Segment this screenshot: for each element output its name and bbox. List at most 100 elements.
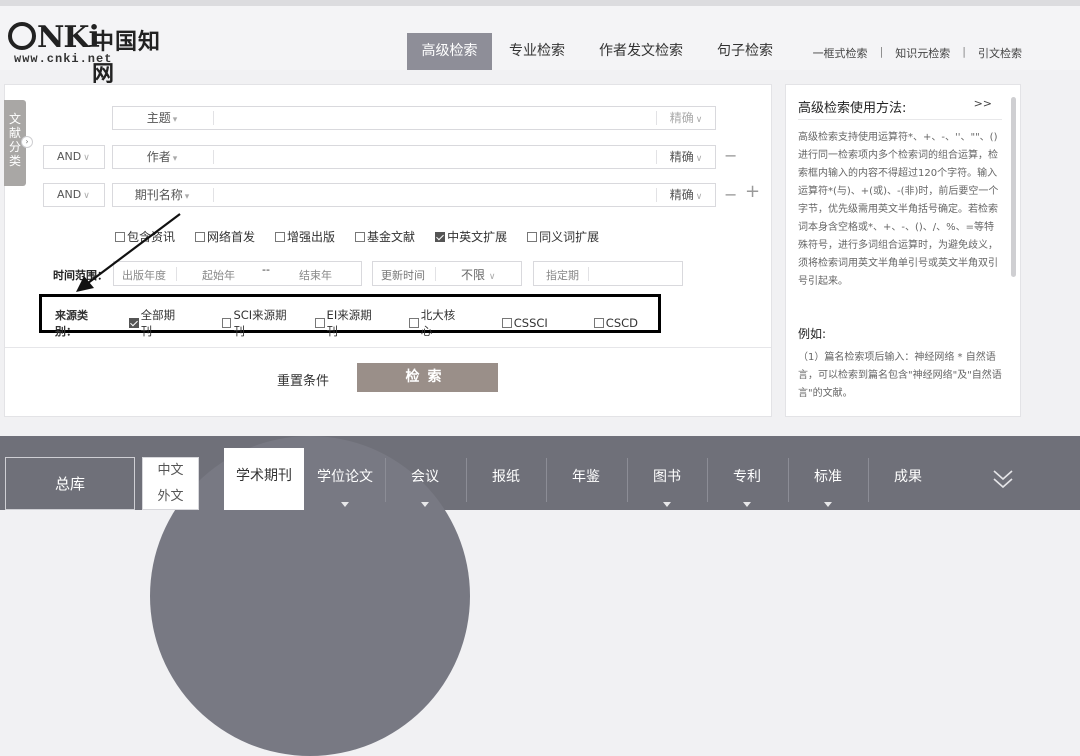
- nav-separator: [627, 458, 628, 502]
- option-synonym-expand[interactable]: 同义词扩展: [527, 228, 599, 245]
- option-fund[interactable]: 基金文献: [355, 228, 415, 245]
- reset-button[interactable]: 重置条件: [277, 370, 329, 389]
- divider: [656, 188, 657, 202]
- lang-foreign[interactable]: 外文: [143, 484, 198, 510]
- nav-separator: [385, 458, 386, 502]
- link-knowledge-search[interactable]: 知识元检索: [895, 45, 950, 61]
- checkbox[interactable]: [314, 318, 325, 328]
- help-example-text: （1）篇名检索项后输入：神经网络 * 自然语言，可以检索到篇名包含"神经网络"及…: [798, 352, 1002, 399]
- checkbox[interactable]: [355, 231, 366, 242]
- tab-author-search[interactable]: 作者发文检索: [582, 33, 700, 70]
- field-select-3[interactable]: 期刊名称 ▾: [113, 184, 211, 206]
- double-chevron-down-icon[interactable]: [992, 468, 1014, 490]
- match-select-3[interactable]: 精确 ∨: [661, 184, 711, 206]
- update-time-select[interactable]: 不限 ∨: [461, 266, 495, 283]
- source-cssci[interactable]: CSSCI: [501, 316, 548, 330]
- divider: [435, 267, 436, 281]
- checkbox[interactable]: [593, 318, 604, 328]
- help-divider: [798, 119, 1002, 120]
- nav-separator: [546, 458, 547, 502]
- caret-down-icon: ∨: [695, 154, 703, 164]
- divider: [213, 188, 214, 202]
- checkbox-checked[interactable]: [435, 231, 446, 242]
- nav-conferences[interactable]: 会议: [411, 466, 439, 486]
- caret-down-icon: ▾: [172, 115, 178, 125]
- nav-patents[interactable]: 专利: [733, 466, 761, 486]
- search-options: 包含资讯 网络首发 增强出版 基金文献 中英文扩展 同义词扩展: [115, 228, 619, 245]
- checkbox[interactable]: [408, 318, 419, 328]
- help-scrollbar[interactable]: [1011, 97, 1016, 277]
- source-category-label: 来源类别：: [55, 309, 88, 338]
- search-row-3: 期刊名称 ▾ 精确 ∨: [112, 183, 716, 207]
- nav-achievements[interactable]: 成果: [894, 466, 922, 486]
- source-ei[interactable]: EI来源期刊: [314, 307, 382, 339]
- end-year-input[interactable]: 结束年: [299, 267, 332, 283]
- cnki-logo[interactable]: NKi 中国知网 www.cnki.net: [8, 20, 168, 87]
- caret-down-icon: ∨: [488, 272, 496, 282]
- remove-row-icon[interactable]: −: [724, 185, 737, 204]
- nav-all-databases[interactable]: 总库: [5, 457, 135, 510]
- side-tag-label: 文献分类: [9, 112, 22, 168]
- nav-yearbooks[interactable]: 年鉴: [572, 466, 600, 486]
- add-row-icon[interactable]: +: [745, 181, 760, 202]
- language-switch: 中文 外文: [142, 457, 199, 510]
- checkbox[interactable]: [501, 318, 512, 328]
- match-select-1[interactable]: 精确 ∨: [661, 107, 711, 129]
- source-cscd[interactable]: CSCD: [593, 316, 638, 330]
- help-expand-button[interactable]: >>: [974, 97, 992, 110]
- nav-standards[interactable]: 标准: [814, 466, 842, 486]
- caret-down-icon: [824, 502, 832, 507]
- caret-down-icon: ∨: [83, 153, 90, 163]
- checkbox[interactable]: [221, 318, 232, 328]
- checkbox-checked[interactable]: [128, 318, 139, 328]
- checkbox[interactable]: [275, 231, 286, 242]
- field-select-1[interactable]: 主题 ▾: [113, 107, 211, 129]
- divider: [213, 111, 214, 125]
- literature-category-toggle[interactable]: 文献分类 ›: [4, 100, 33, 186]
- divider: [656, 150, 657, 164]
- logo-url: www.cnki.net: [14, 52, 113, 66]
- source-sci[interactable]: SCI来源期刊: [221, 307, 297, 339]
- source-pku-core[interactable]: 北大核心: [408, 307, 466, 339]
- checkbox[interactable]: [527, 231, 538, 242]
- lang-chinese[interactable]: 中文: [143, 458, 198, 484]
- specify-period-field[interactable]: 指定期: [533, 261, 683, 286]
- panel-divider: [5, 347, 771, 348]
- field-select-2[interactable]: 作者 ▾: [113, 146, 211, 168]
- logo-ring-icon: [8, 22, 36, 50]
- nav-books[interactable]: 图书: [653, 466, 681, 486]
- tab-professional-search[interactable]: 专业检索: [492, 33, 582, 70]
- search-row-2: 作者 ▾ 精确 ∨: [112, 145, 716, 169]
- source-all-journals[interactable]: 全部期刊: [128, 307, 186, 339]
- nav-dissertations[interactable]: 学位论文: [317, 466, 373, 486]
- option-enhanced[interactable]: 增强出版: [275, 228, 335, 245]
- checkbox[interactable]: [195, 231, 206, 242]
- help-text: 高级检索支持使用运算符*、+、-、''、""、()进行同一检索项内多个检索词的组…: [798, 132, 999, 287]
- option-online-first[interactable]: 网络首发: [195, 228, 255, 245]
- nav-newspapers[interactable]: 报纸: [492, 466, 520, 486]
- link-citation-search[interactable]: 引文检索: [978, 45, 1022, 61]
- match-select-2[interactable]: 精确 ∨: [661, 146, 711, 168]
- help-panel: 高级检索使用方法: >> 高级检索支持使用运算符*、+、-、''、""、()进行…: [785, 84, 1021, 417]
- link-simple-search[interactable]: 一框式检索: [813, 45, 868, 61]
- link-separator: |: [962, 45, 966, 58]
- link-separator: |: [879, 45, 884, 58]
- nav-academic-journals[interactable]: 学术期刊: [224, 448, 304, 510]
- logic-select-2[interactable]: AND ∨: [43, 145, 105, 169]
- start-year-input[interactable]: 起始年: [202, 267, 235, 283]
- caret-down-icon: ▾: [172, 154, 178, 164]
- option-cn-en-expand[interactable]: 中英文扩展: [435, 228, 507, 245]
- range-dash: --: [262, 263, 270, 276]
- resource-nav: 总库 中文 外文 学术期刊 学位论文 会议 报纸 年鉴 图书 专利 标准 成果: [0, 436, 1080, 756]
- search-button[interactable]: 检索: [357, 363, 498, 392]
- tab-sentence-search[interactable]: 句子检索: [700, 33, 790, 70]
- source-category-row: 来源类别： 全部期刊 SCI来源期刊 EI来源期刊 北大核心 CSSCI CSC…: [55, 307, 658, 339]
- search-mode-tabs: 高级检索 专业检索 作者发文检索 句子检索: [407, 33, 790, 70]
- caret-down-icon: [421, 502, 429, 507]
- caret-down-icon: [663, 502, 671, 507]
- nav-separator: [466, 458, 467, 502]
- remove-row-icon[interactable]: −: [724, 146, 737, 165]
- tab-advanced-search[interactable]: 高级检索: [407, 33, 492, 70]
- logic-select-3[interactable]: AND ∨: [43, 183, 105, 207]
- divider: [656, 111, 657, 125]
